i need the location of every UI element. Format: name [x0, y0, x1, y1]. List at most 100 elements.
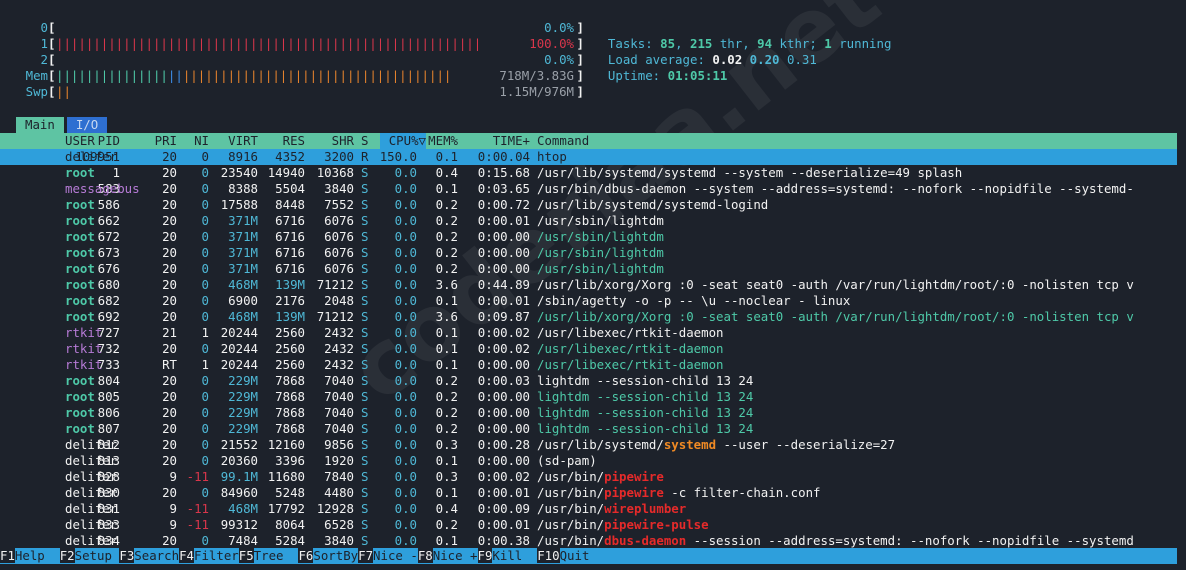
cell-pri: 20	[162, 485, 177, 500]
process-row[interactable]: 727 rtkit 21 1 20244 2560 2432 S 0.0 0.1 0:00.02/u…	[0, 325, 1177, 341]
cell-mem: 0.1	[435, 485, 458, 500]
col-state[interactable]: S	[361, 133, 368, 149]
cell-shr: 7040	[324, 421, 354, 436]
meter-value: 1.15M/976M	[499, 84, 574, 99]
process-row[interactable]: 732 rtkit 20 0 20244 2560 2432 S 0.0 0.1 0:00.02/u…	[0, 341, 1177, 357]
col-ni[interactable]: NI	[180, 133, 209, 149]
process-row[interactable]: 662 root 20 0 371M 6716 6076 S 0.0 0.2 0:00.01/usr…	[0, 213, 1177, 229]
cell-res: 14940	[267, 165, 305, 180]
process-row[interactable]: 831 delifer 9 -11 468M 17792 12928 S 0.0 0.4 0:00.…	[0, 501, 1177, 517]
process-row[interactable]: 733 rtkit RT 1 20244 2560 2432 S 0.0 0.1 0:00.00/u…	[0, 357, 1177, 373]
cell-ni: 0	[201, 437, 209, 452]
cell-time: 0:00.09	[477, 501, 530, 516]
process-row[interactable]: 109951 delifer 20 0 8916 4352 3200 R 150.0 0.1 0:0…	[0, 149, 1177, 165]
col-shr[interactable]: SHR	[309, 133, 354, 149]
col-pid[interactable]: PID	[0, 133, 120, 149]
process-row[interactable]: 682 root 20 0 6900 2176 2048 S 0.0 0.1 0:00.01/sbi…	[0, 293, 1177, 309]
process-row[interactable]: 692 root 20 0 468M 139M 71212 S 0.0 3.6 0:09.87/us…	[0, 309, 1177, 325]
cell-cpu: 0.0	[394, 437, 417, 452]
tab-main[interactable]: Main	[16, 117, 64, 133]
process-row[interactable]: 676 root 20 0 371M 6716 6076 S 0.0 0.2 0:00.00/usr…	[0, 261, 1177, 277]
cell-time: 0:00.00	[477, 245, 530, 260]
process-row[interactable]: 807 root 20 0 229M 7868 7040 S 0.0 0.2 0:00.00 ligh…	[0, 421, 1177, 437]
process-row[interactable]: 586 root 20 0 17588 8448 7552 S 0.0 0.2 0:00.72/us…	[0, 197, 1177, 213]
cell-time: 0:09.87	[477, 309, 530, 324]
cell-cpu: 0.0	[394, 277, 417, 292]
process-row[interactable]: 830 delifer 20 0 84960 5248 4480 S 0.0 0.1 0:00.01…	[0, 485, 1177, 501]
cell-virt: 229M	[228, 405, 258, 420]
cell-cpu: 0.0	[394, 261, 417, 276]
cell-time: 0:00.02	[477, 325, 530, 340]
footer-item-nice[interactable]: F8Nice +	[417, 548, 478, 563]
cell-pri: 20	[162, 165, 177, 180]
process-row[interactable]: 805 root 20 0 229M 7868 7040 S 0.0 0.2 0:00.00 ligh…	[0, 389, 1177, 405]
col-virt[interactable]: VIRT	[213, 133, 258, 149]
cell-mem: 0.1	[435, 453, 458, 468]
meter-bar: [|||||||||||||||||||||||||||||||||||||||…	[48, 36, 584, 52]
tab-io[interactable]: I/O	[66, 117, 108, 133]
footer-item-help[interactable]: F1Help	[0, 548, 60, 563]
cmd-basename: systemd	[663, 437, 717, 452]
cell-virt: 229M	[228, 373, 258, 388]
cell-shr: 2432	[324, 341, 354, 356]
cell-mem: 0.4	[435, 165, 458, 180]
process-row[interactable]: 834 delifer 20 0 7484 5284 3840 S 0.0 0.1 0:00.38/…	[0, 533, 1177, 549]
cmd-basename: pipewire	[604, 485, 664, 500]
process-row[interactable]: 806 root 20 0 229M 7868 7040 S 0.0 0.2 0:00.00 ligh…	[0, 405, 1177, 421]
meter-value: 0.0%	[544, 52, 574, 67]
cell-time: 0:00.04	[477, 149, 530, 164]
meter-label: 2	[40, 52, 48, 67]
cell-pri: RT	[162, 357, 177, 372]
cell-virt: 20244	[220, 341, 258, 356]
process-row[interactable]: 672 root 20 0 371M 6716 6076 S 0.0 0.2 0:00.00/usr…	[0, 229, 1177, 245]
meter-bar: [0.0%]	[48, 52, 584, 68]
col-command[interactable]: Command	[537, 133, 589, 149]
cell-virt: 8916	[228, 149, 258, 164]
process-row[interactable]: 680 root 20 0 468M 139M 71212 S 0.0 3.6 0:44.89/us…	[0, 277, 1177, 293]
cell-pid: 692	[97, 309, 120, 324]
cell-shr: 6076	[324, 229, 354, 244]
cell-time: 0:00.03	[477, 373, 530, 388]
footer-item-tree[interactable]: F5Tree	[238, 548, 299, 563]
process-row[interactable]: 833 delifer 9 -11 99312 8064 6528 S 0.0 0.2 0:00.0…	[0, 517, 1177, 533]
cell-virt: 23540	[220, 165, 258, 180]
meter-label: Swp	[25, 84, 48, 99]
cell-time: 0:00.01	[477, 517, 530, 532]
col-mem[interactable]: MEM%	[417, 133, 458, 149]
process-row[interactable]: 812 delifer 20 0 21552 12160 9856 S 0.0 0.3 0:00.2…	[0, 437, 1177, 453]
cell-shr: 2432	[324, 357, 354, 372]
cell-pri: 9	[169, 501, 177, 516]
cell-shr: 7040	[324, 373, 354, 388]
cell-cpu: 0.0	[394, 517, 417, 532]
cell-cmd: /usr/lib/xorg/Xorg :0 -seat seat0 -auth …	[537, 309, 1134, 324]
cell-time: 0:00.00	[477, 357, 530, 372]
process-row[interactable]: 804 root 20 0 229M 7868 7040 S 0.0 0.2 0:00.03 ligh…	[0, 373, 1177, 389]
footer-item-nice[interactable]: F7Nice -	[358, 548, 418, 563]
process-row[interactable]: 828 delifer 9 -11 99.1M 11680 7840 S 0.0 0.3 0:00.…	[0, 469, 1177, 485]
cell-s: S	[361, 165, 369, 180]
process-row[interactable]: 673 root 20 0 371M 6716 6076 S 0.0 0.2 0:00.00/usr…	[0, 245, 1177, 261]
footer-item-filter[interactable]: F4Filter	[179, 548, 239, 563]
footer-item-search[interactable]: F3Search	[119, 548, 179, 563]
footer-item-kill[interactable]: F9Kill	[477, 548, 538, 563]
process-row[interactable]: 583 messagebus 20 0 8388 5504 3840 S 0.0 0.1 0:03.…	[0, 181, 1177, 197]
footer-item-setup[interactable]: F2Setup	[59, 548, 120, 563]
footer-key: F4	[179, 548, 194, 563]
cell-shr: 4480	[324, 485, 354, 500]
cell-res: 7868	[275, 421, 305, 436]
cell-cpu: 0.0	[394, 309, 417, 324]
cell-virt: 21552	[220, 437, 258, 452]
cell-shr: 7552	[324, 197, 354, 212]
col-pri[interactable]: PRI	[140, 133, 177, 149]
footer-key: F9	[477, 548, 493, 563]
cell-time: 0:00.01	[477, 485, 530, 500]
process-row[interactable]: 1 root 20 0 23540 14940 10368 S 0.0 0.4 0:15.68/us…	[0, 165, 1177, 181]
footer-item-quit[interactable]: F10Quit	[537, 548, 589, 563]
col-res[interactable]: RES	[262, 133, 305, 149]
col-user[interactable]: USER	[65, 133, 95, 149]
running-count: 1	[824, 36, 832, 51]
footer-item-sortby[interactable]: F6SortBy	[298, 548, 358, 563]
process-row[interactable]: 813 delifer 20 0 20360 3396 1920 S 0.0 0.1 0:00.00…	[0, 453, 1177, 469]
cell-cpu: 0.0	[394, 229, 417, 244]
col-time[interactable]: TIME+	[464, 133, 530, 149]
